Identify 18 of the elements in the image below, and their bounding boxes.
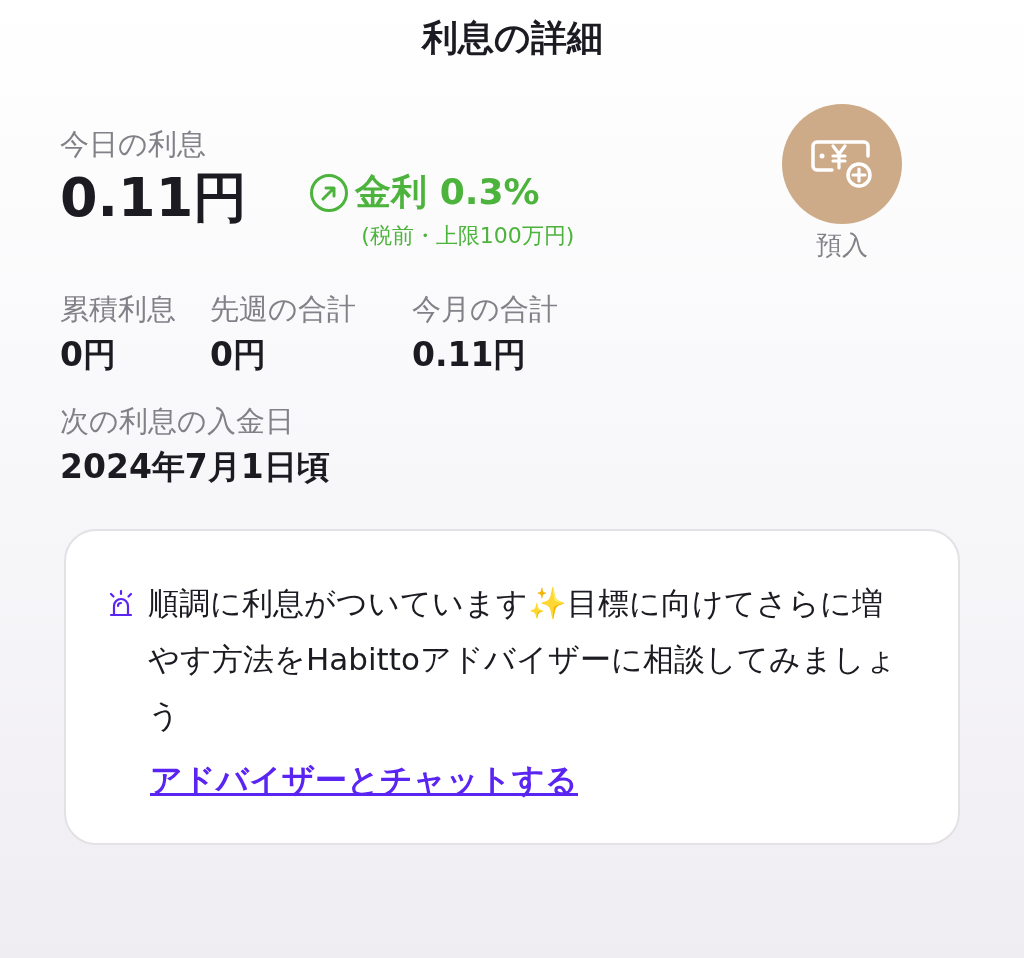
today-interest-label: 今日の利息 xyxy=(60,126,207,163)
today-interest-amount: 0.11円 xyxy=(60,165,248,231)
deposit-button[interactable] xyxy=(782,104,902,224)
next-payment-label: 次の利息の入金日 xyxy=(60,403,295,440)
deposit-label: 預入 xyxy=(816,229,868,262)
total-label: 今月の合計 xyxy=(412,291,558,328)
rate-note: (税前・上限100万円) xyxy=(361,222,575,250)
total-label: 先週の合計 xyxy=(210,291,356,328)
trend-up-icon xyxy=(309,172,350,213)
total-value: 0円 xyxy=(60,334,117,376)
interest-rate: 金利 0.3% xyxy=(355,170,540,214)
total-value: 0.11円 xyxy=(412,334,528,376)
page-title: 利息の詳細 xyxy=(420,16,604,60)
total-value: 0円 xyxy=(210,334,267,376)
total-label: 累積利息 xyxy=(60,291,176,328)
next-payment-date: 2024年7月1日頃 xyxy=(60,446,331,488)
notice-message: 順調に利息がついています✨目標に向けてさらに増やす方法をHabittoアドバイザーに相談してみましょう xyxy=(148,584,898,735)
chat-link[interactable]: アドバイザーとチャットする xyxy=(150,759,578,803)
